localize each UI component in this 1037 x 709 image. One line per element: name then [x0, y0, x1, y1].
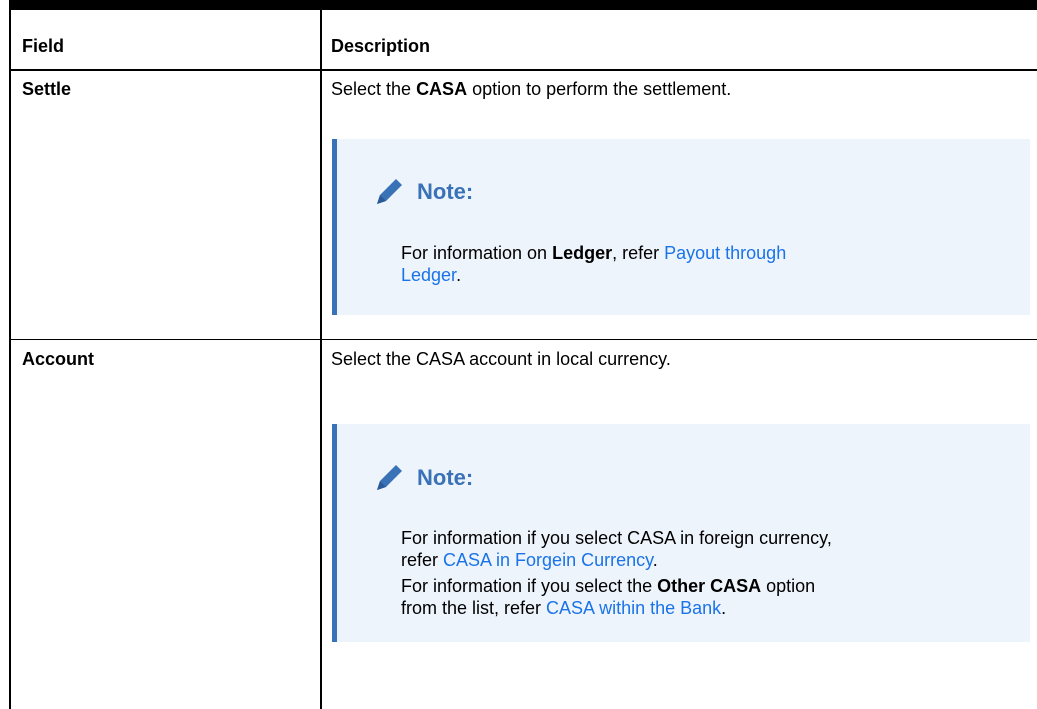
header-field: Field — [22, 36, 65, 56]
note-text: option — [761, 576, 816, 596]
desc-text: option to perform the settlement. — [467, 79, 732, 99]
table-top-rule — [9, 0, 1037, 10]
header-description: Description — [331, 36, 431, 56]
row-divider — [9, 339, 1037, 340]
note-line: For information if you select the Other … — [401, 575, 832, 597]
casa-in-foreign-currency-link[interactable]: CASA in Forgein Currency — [443, 550, 653, 570]
note-text: refer — [401, 550, 444, 570]
table-row-description-account: Select the CASA account in local currenc… — [331, 349, 671, 369]
note-box-account: Note: For information if you select CASA… — [332, 424, 1030, 642]
table-row-field-account: Account — [22, 349, 94, 369]
note-header: Note: — [371, 460, 473, 496]
casa-within-the-bank-link[interactable]: CASA within the Bank — [546, 598, 721, 618]
header-row-divider — [9, 69, 1037, 71]
payout-through-ledger-link-cont[interactable]: Ledger — [401, 265, 456, 285]
note-text: , refer — [612, 243, 665, 263]
note-line: For information on Ledger, refer Payout … — [401, 242, 786, 264]
note-header: Note: — [371, 174, 473, 210]
note-box-settle: Note: For information on Ledger, refer P… — [332, 139, 1030, 315]
note-line: For information if you select CASA in fo… — [401, 528, 832, 548]
table-row-field-settle: Settle — [22, 79, 72, 99]
desc-bold: CASA — [416, 79, 468, 99]
note-text: . — [721, 598, 727, 618]
desc-text: Select the — [331, 79, 417, 99]
note-bold: Ledger — [552, 243, 613, 263]
note-text: . — [456, 265, 462, 285]
note-bold: Other CASA — [657, 576, 762, 596]
note-text: For information if you select the — [401, 576, 658, 596]
table-column-divider — [320, 10, 322, 709]
note-line: refer CASA in Forgein Currency. — [401, 549, 832, 571]
note-line: Ledger. — [401, 264, 786, 286]
note-title: Note: — [417, 179, 474, 204]
note-text: For information on — [401, 243, 553, 263]
note-title: Note: — [417, 465, 474, 490]
note-body: For information if you select CASA in fo… — [401, 527, 832, 619]
note-text: . — [652, 550, 658, 570]
table-left-border — [9, 10, 11, 709]
payout-through-ledger-link[interactable]: Payout through — [664, 243, 786, 263]
note-text: from the list, refer — [401, 598, 547, 618]
pencil-icon — [377, 179, 402, 204]
table-row-description-settle: Select the CASA option to perform the se… — [331, 78, 731, 100]
pencil-icon — [377, 465, 402, 490]
note-line: from the list, refer CASA within the Ban… — [401, 597, 832, 619]
note-body: For information on Ledger, refer Payout … — [401, 242, 786, 286]
